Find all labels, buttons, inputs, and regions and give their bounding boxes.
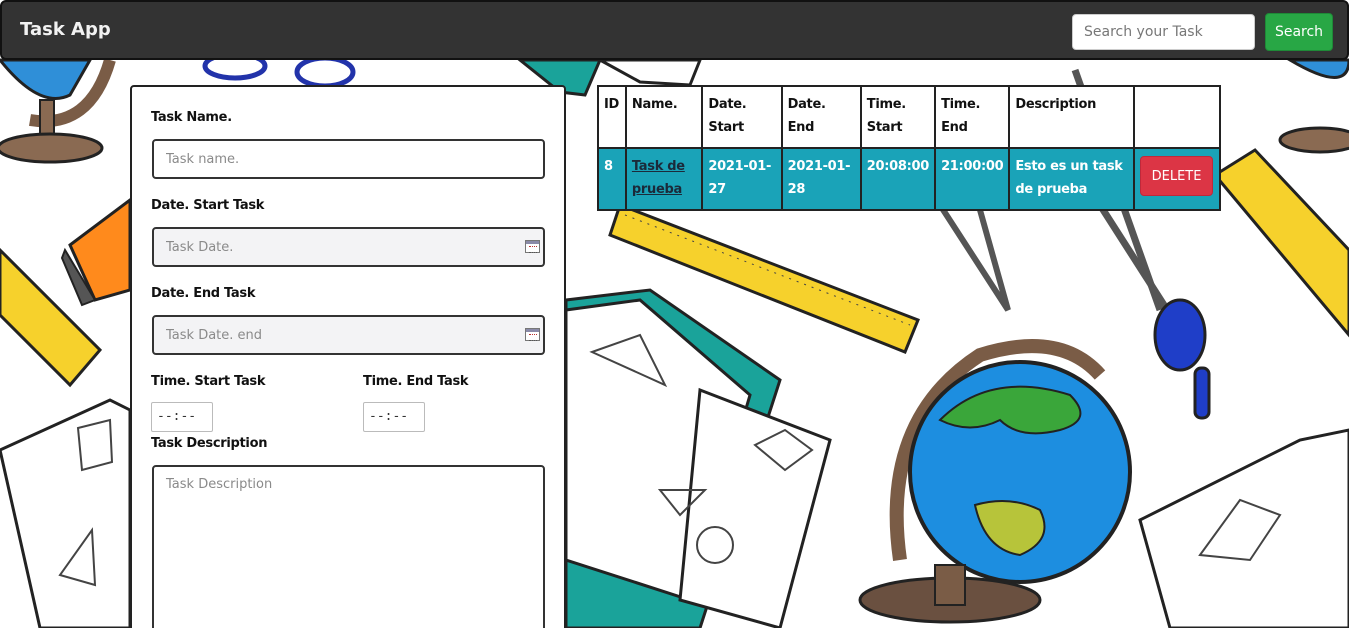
- search-button[interactable]: Search: [1265, 13, 1333, 51]
- task-name-input[interactable]: [152, 139, 545, 179]
- globe-illustration-right: [1278, 58, 1349, 154]
- globe-illustration-center: [858, 339, 1132, 624]
- time-end-label: Time. End Task: [363, 374, 469, 389]
- table-row: 8 Task de prueba 2021-01-27 2021-01-28 2…: [597, 147, 1221, 211]
- search-input[interactable]: [1072, 14, 1255, 50]
- column-header-time-end: Time. End: [934, 85, 1011, 149]
- column-header-date-start: Date. Start: [701, 85, 783, 149]
- task-table: ID Name. Date. Start Date. End Time. Sta…: [597, 85, 1221, 211]
- date-end-input[interactable]: [152, 315, 545, 355]
- column-header-date-end: Date. End: [780, 85, 862, 149]
- column-header-id: ID: [597, 85, 627, 149]
- delete-button[interactable]: DELETE: [1140, 156, 1214, 196]
- column-header-name: Name.: [624, 85, 704, 149]
- app-brand[interactable]: Task App: [20, 19, 111, 40]
- calendar-icon[interactable]: [525, 328, 540, 341]
- navbar: Task App Search: [0, 0, 1349, 60]
- cell-description: Esto es un task de prueba: [1008, 147, 1136, 211]
- time-start-input[interactable]: --:--: [151, 402, 213, 432]
- task-form: Task Name. Date. Start Task Date. End Ta…: [130, 85, 566, 628]
- marker-illustration: [60, 197, 132, 307]
- date-start-label: Date. Start Task: [151, 198, 265, 213]
- time-end-input[interactable]: --:--: [363, 402, 425, 432]
- table-header-row: ID Name. Date. Start Date. End Time. Sta…: [597, 85, 1221, 149]
- column-header-actions: [1133, 85, 1221, 149]
- book-illustration-right: [1138, 428, 1349, 628]
- cell-actions: DELETE: [1133, 147, 1221, 211]
- book-illustration-center: [564, 288, 832, 628]
- cell-time-end: 21:00:00: [934, 147, 1011, 211]
- ruler-illustration-right: [1212, 148, 1349, 338]
- book-illustration-left: [0, 398, 132, 628]
- time-start-label: Time. Start Task: [151, 374, 266, 389]
- date-end-label: Date. End Task: [151, 286, 256, 301]
- cell-date-start: 2021-01-27: [701, 147, 783, 211]
- globe-illustration-left: [0, 58, 116, 164]
- task-name-label: Task Name.: [151, 110, 232, 125]
- cell-id: 8: [597, 147, 627, 211]
- column-header-description: Description: [1008, 85, 1136, 149]
- date-start-input[interactable]: [152, 227, 545, 267]
- task-name-link[interactable]: Task de prueba: [632, 159, 685, 197]
- cell-date-end: 2021-01-28: [780, 147, 862, 211]
- cell-name: Task de prueba: [624, 147, 704, 211]
- calendar-icon[interactable]: [525, 240, 540, 253]
- column-header-time-start: Time. Start: [859, 85, 937, 149]
- description-label: Task Description: [151, 436, 268, 451]
- description-textarea[interactable]: [152, 465, 545, 628]
- cell-time-start: 20:08:00: [859, 147, 937, 211]
